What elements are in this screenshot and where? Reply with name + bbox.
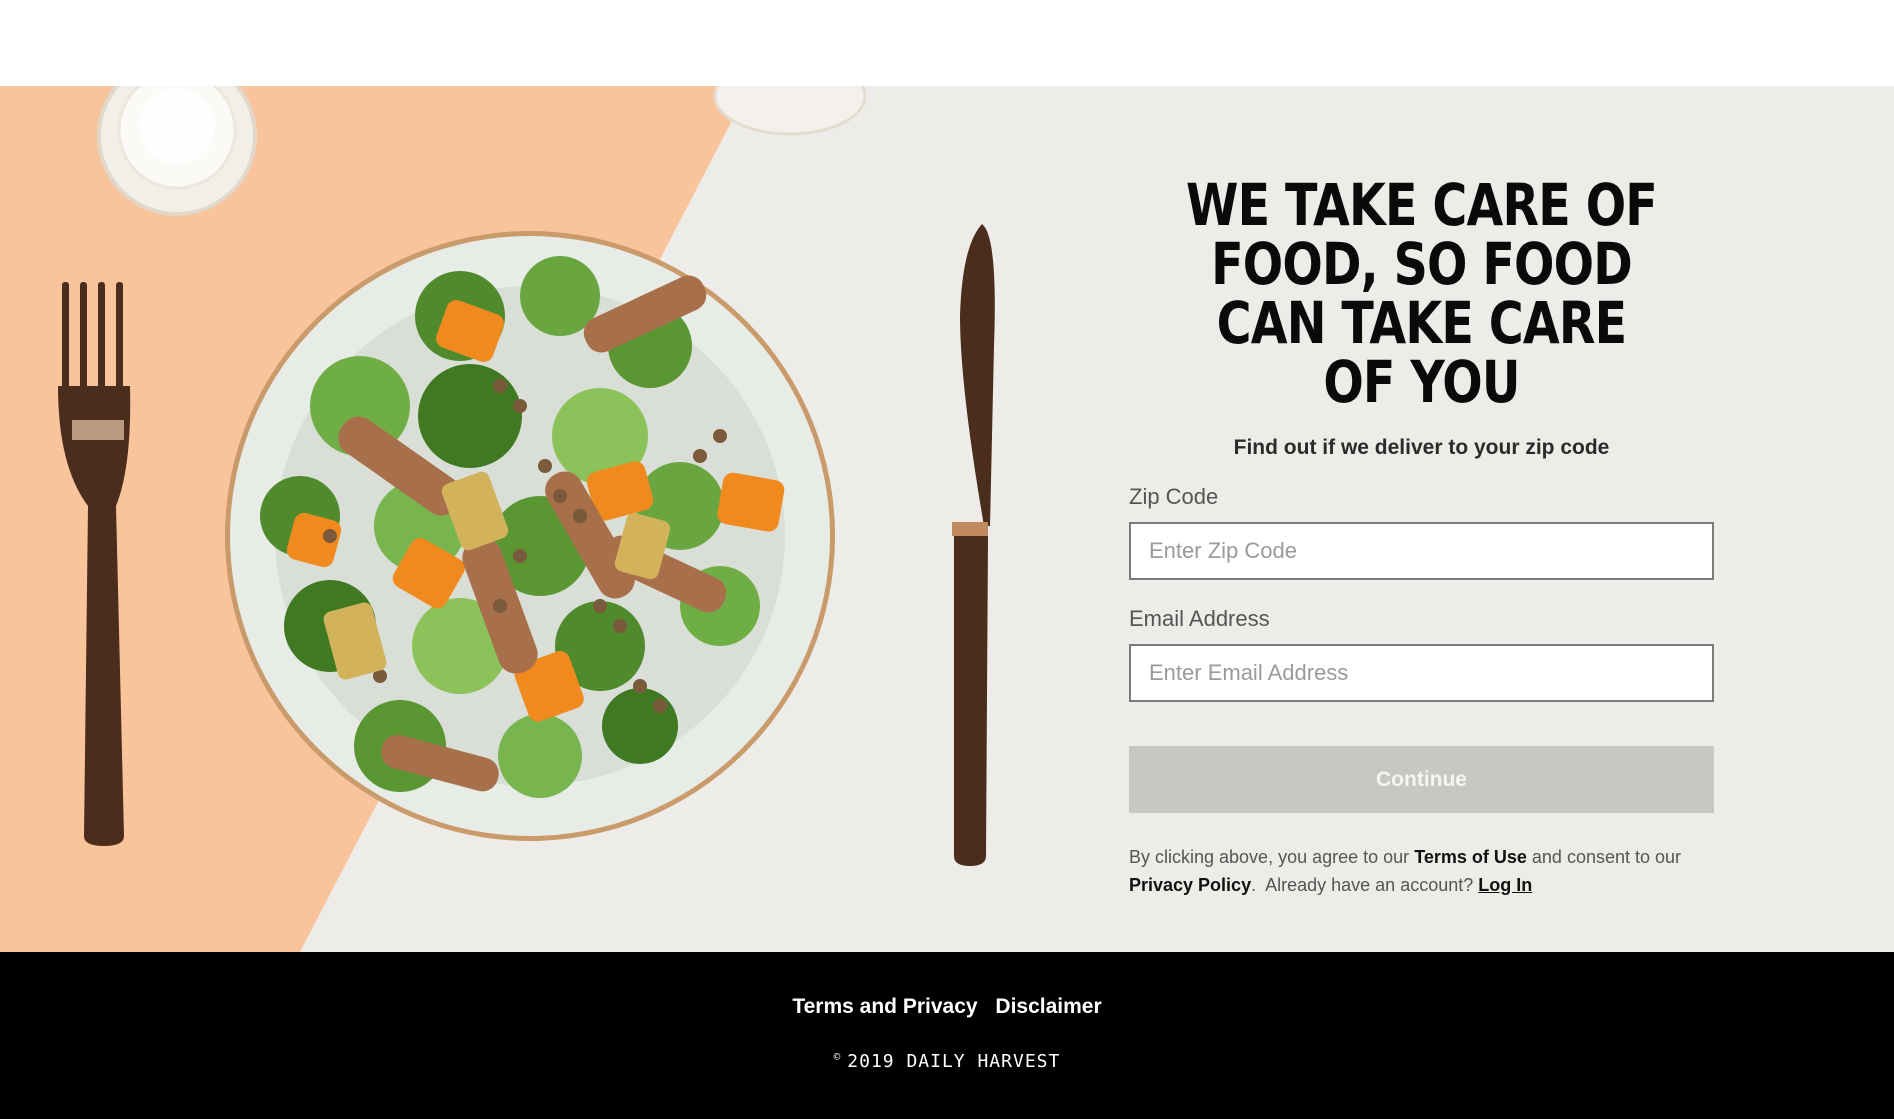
privacy-policy-link[interactable]: Privacy Policy bbox=[1129, 875, 1251, 895]
page-subtitle: Find out if we deliver to your zip code bbox=[1233, 436, 1610, 459]
log-in-link[interactable]: Log In bbox=[1478, 875, 1532, 895]
copyright-symbol: © bbox=[833, 1050, 842, 1063]
copyright: © 2019 DAILY HARVEST bbox=[0, 1050, 1894, 1072]
continue-button[interactable]: Continue bbox=[1129, 746, 1714, 813]
glass-icon bbox=[713, 86, 867, 136]
page-title: WE TAKE CARE OF FOOD, SO FOOD CAN TAKE C… bbox=[1186, 171, 1658, 416]
terms-of-use-link[interactable]: Terms of Use bbox=[1414, 847, 1527, 867]
copyright-text: 2019 DAILY HARVEST bbox=[847, 1051, 1061, 1072]
email-address-label: Email Address bbox=[1129, 606, 1270, 631]
hero-section: WE TAKE CARE OF FOOD, SO FOOD CAN TAKE C… bbox=[0, 86, 1894, 952]
legal-notice: By clicking above, you agree to our Term… bbox=[1129, 847, 1682, 895]
zip-code-label: Zip Code bbox=[1129, 484, 1219, 509]
account-prompt: Already have an account? bbox=[1265, 875, 1474, 895]
legal-middle: and consent to our bbox=[1531, 847, 1682, 867]
signup-panel: WE TAKE CARE OF FOOD, SO FOOD CAN TAKE C… bbox=[1129, 176, 1714, 899]
footer: Terms and Privacy Disclaimer © 2019 DAILY… bbox=[0, 952, 1894, 1119]
email-address-input[interactable] bbox=[1129, 644, 1714, 702]
top-bar bbox=[0, 0, 1894, 86]
legal-prefix: By clicking above, you agree to our bbox=[1129, 847, 1410, 867]
footer-links: Terms and Privacy Disclaimer bbox=[0, 995, 1894, 1019]
zip-code-input[interactable] bbox=[1129, 522, 1714, 580]
knife-icon bbox=[952, 224, 995, 866]
terms-and-privacy-link[interactable]: Terms and Privacy bbox=[792, 995, 977, 1018]
disclaimer-link[interactable]: Disclaimer bbox=[995, 995, 1101, 1018]
